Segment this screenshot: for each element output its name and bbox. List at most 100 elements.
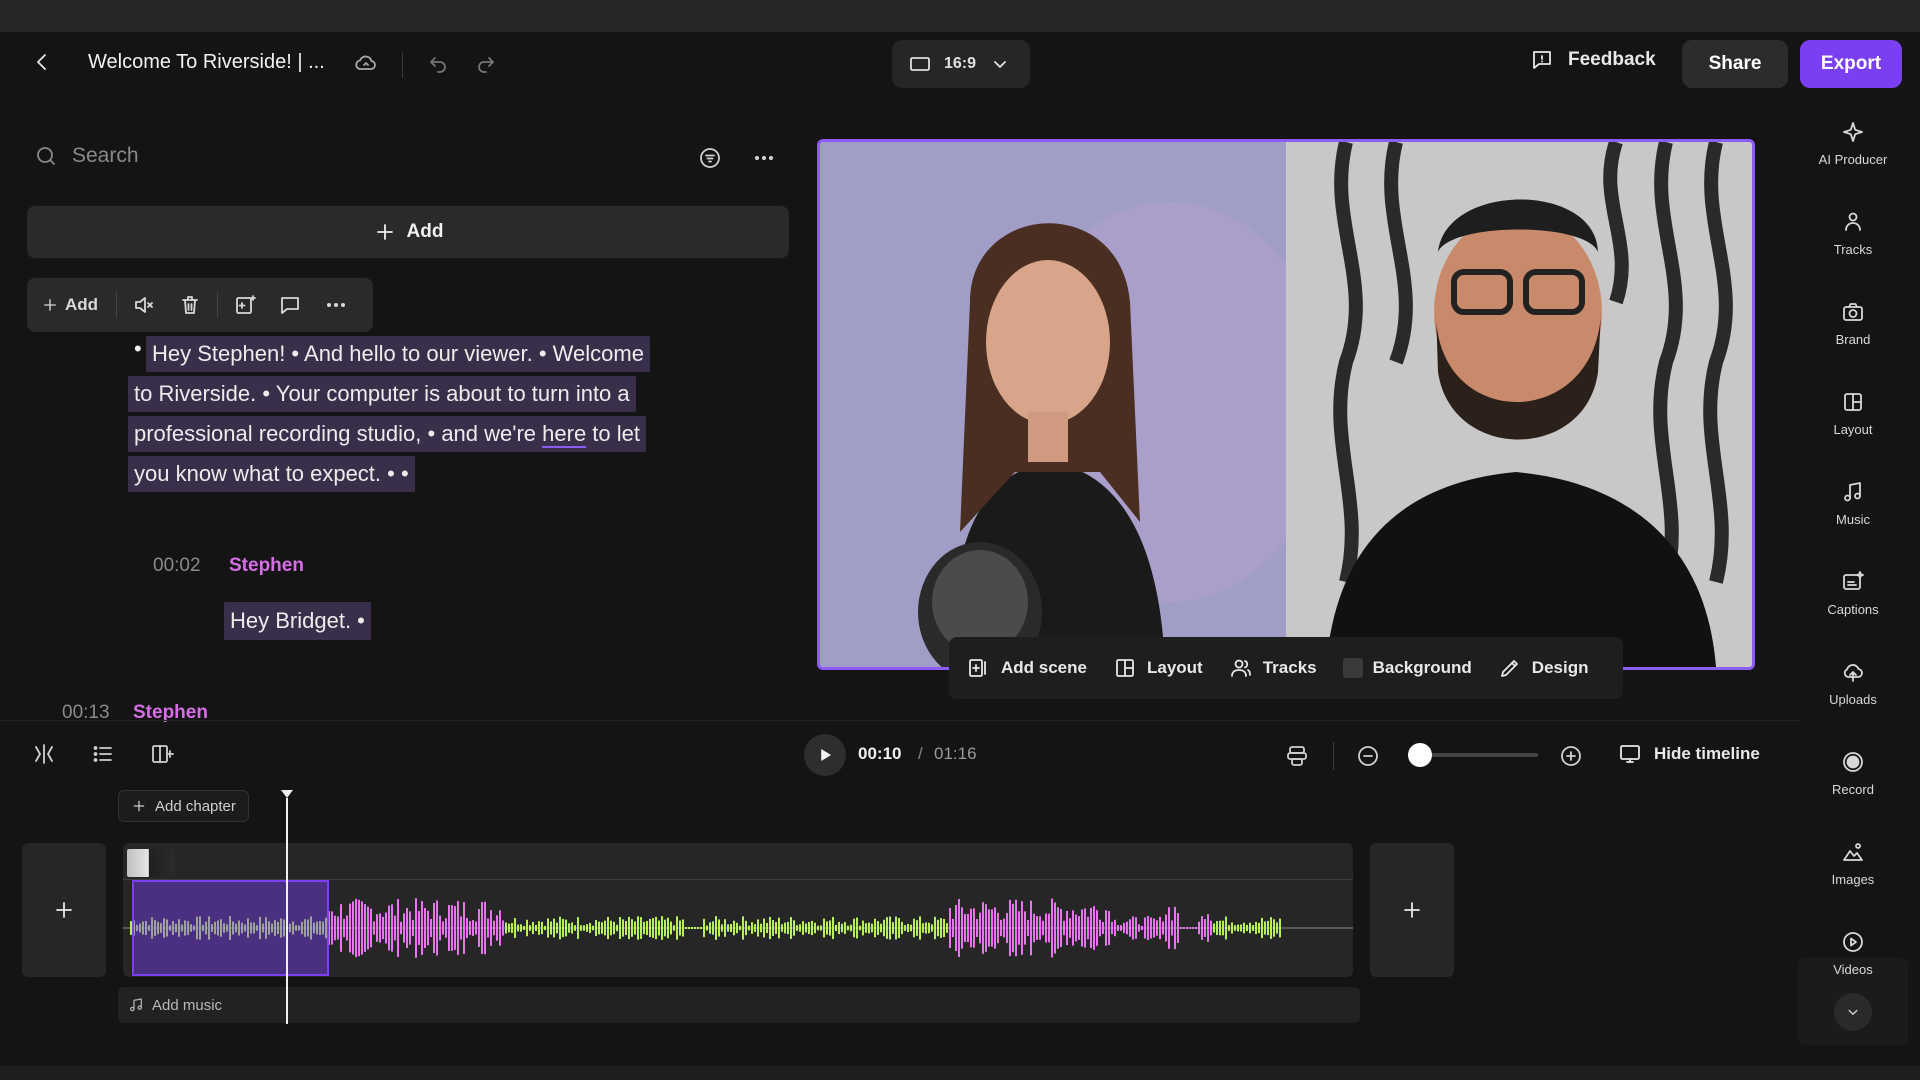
people-icon <box>1845 212 1861 231</box>
plus-icon <box>133 800 145 812</box>
add-scene-here-button[interactable] <box>222 285 268 325</box>
more-horizontal-icon <box>327 302 346 307</box>
rail-brand[interactable]: Brand <box>1798 300 1908 347</box>
segment-timestamp[interactable]: 00:02 <box>153 555 201 577</box>
scene-add-icon <box>152 745 174 763</box>
camera-feed-bridget <box>820 142 1286 667</box>
cloud-sync-icon <box>355 55 376 70</box>
search-bar <box>34 144 572 168</box>
zoom-out-button[interactable] <box>1356 744 1380 768</box>
cloud-sync-button[interactable] <box>354 51 378 75</box>
feedback-button[interactable]: Feedback <box>1530 48 1656 72</box>
back-button[interactable] <box>30 50 54 74</box>
selected-segment[interactable] <box>132 880 329 976</box>
rail-label: Brand <box>1835 332 1871 347</box>
play-button[interactable] <box>804 734 846 776</box>
zoom-in-button[interactable] <box>1559 744 1583 768</box>
undo-button[interactable] <box>426 51 450 75</box>
transcript-word-here[interactable]: here <box>542 421 586 446</box>
comment-button[interactable] <box>267 285 313 325</box>
chapters-list-button[interactable] <box>91 742 115 766</box>
plus-icon <box>44 299 56 311</box>
aspect-ratio-select[interactable]: 16:9 <box>892 40 1030 88</box>
playhead[interactable] <box>286 798 288 1024</box>
layout-button[interactable]: Layout <box>1113 656 1203 680</box>
transcript-line[interactable]: Hey Bridget. • <box>224 602 371 640</box>
playhead-handle[interactable] <box>281 790 293 798</box>
add-chapter-button[interactable]: Add chapter <box>118 790 249 822</box>
split-button[interactable] <box>32 742 56 766</box>
add-chapter-label: Add chapter <box>155 797 236 815</box>
window-top-strip <box>0 0 1920 32</box>
person-illustration-woman <box>820 142 1286 667</box>
add-scene-label: Add scene <box>1001 658 1087 677</box>
trash-icon <box>181 296 198 314</box>
rail-label: Record <box>1832 782 1874 797</box>
video-play-icon <box>1843 932 1863 952</box>
rail-label: AI Producer <box>1818 152 1888 167</box>
zoom-slider[interactable] <box>1414 753 1538 757</box>
rail-uploads[interactable]: Uploads <box>1798 660 1908 707</box>
export-button[interactable]: Export <box>1800 40 1902 88</box>
redo-button[interactable] <box>474 51 498 75</box>
add-clip-before-button[interactable] <box>22 843 106 977</box>
transcript-line[interactable]: you know what to expect. • • <box>128 456 415 492</box>
transcript-line[interactable]: professional recording studio, • and we'… <box>128 416 646 452</box>
rail-label: Uploads <box>1829 692 1877 707</box>
project-title[interactable]: Welcome To Riverside! | ... <box>88 51 325 74</box>
captions-style-button[interactable] <box>1285 744 1309 768</box>
scene-add-icon <box>235 295 256 314</box>
monitor-icon <box>1620 745 1640 763</box>
design-label: Design <box>1531 658 1589 677</box>
delete-button[interactable] <box>167 285 213 325</box>
rail-videos[interactable]: Videos <box>1798 930 1908 977</box>
toolbar-add-label: Add <box>65 295 99 314</box>
background-button[interactable]: Background <box>1342 658 1472 678</box>
hide-timeline-label: Hide timeline <box>1654 744 1760 763</box>
feedback-icon <box>1533 51 1551 69</box>
segment-bullet: • <box>134 336 142 361</box>
rail-ai-producer[interactable]: AI Producer <box>1798 120 1908 167</box>
aspect-ratio-icon <box>910 57 930 71</box>
pen-icon <box>1500 660 1518 677</box>
toolbar-add-button[interactable]: Add <box>41 285 112 325</box>
toolbar-more-button[interactable] <box>313 285 359 325</box>
rail-layout[interactable]: Layout <box>1798 390 1908 437</box>
add-clip-after-button[interactable] <box>1370 843 1454 977</box>
rail-tracks[interactable]: Tracks <box>1798 210 1908 257</box>
filter-button[interactable] <box>698 146 722 170</box>
toolbar-divider <box>116 292 118 318</box>
transcript-line[interactable]: to Riverside. • Your computer is about t… <box>128 376 636 412</box>
tracks-button[interactable]: Tracks <box>1229 656 1317 680</box>
add-scene-timeline-button[interactable] <box>150 742 174 766</box>
hide-timeline-button[interactable]: Hide timeline <box>1618 742 1760 766</box>
comment-icon <box>281 297 300 314</box>
design-button[interactable]: Design <box>1498 656 1589 680</box>
record-icon <box>1843 752 1863 772</box>
video-preview[interactable] <box>817 139 1755 670</box>
add-scene-button[interactable]: Add scene <box>967 656 1087 680</box>
add-segment-button[interactable]: Add <box>27 206 789 258</box>
plus-icon <box>56 902 72 918</box>
transcript-text: professional recording studio, • and we'… <box>134 421 537 446</box>
transcript-line[interactable]: Hey Stephen! • And hello to our viewer. … <box>146 336 650 372</box>
rail-music[interactable]: Music <box>1798 480 1908 527</box>
scene-add-icon <box>969 659 986 677</box>
search-input[interactable] <box>72 144 572 168</box>
music-track[interactable]: Add music <box>118 987 1360 1023</box>
background-swatch-icon <box>1342 658 1363 678</box>
rail-record[interactable]: Record <box>1798 750 1908 797</box>
rail-captions[interactable]: Captions <box>1798 570 1908 617</box>
total-time: 01:16 <box>934 744 977 763</box>
more-options-button[interactable] <box>752 146 776 170</box>
speaker-name[interactable]: Stephen <box>229 555 304 577</box>
rail-images[interactable]: Images <box>1798 840 1908 887</box>
share-button[interactable]: Share <box>1682 40 1788 88</box>
rail-scroll-down-button[interactable] <box>1834 993 1872 1031</box>
zoom-slider-handle[interactable] <box>1408 743 1433 767</box>
zoom-in-icon <box>1561 746 1581 766</box>
text-lines-icon <box>1287 746 1307 766</box>
video-track[interactable] <box>123 843 1353 977</box>
divider <box>0 720 1800 721</box>
mute-button[interactable] <box>121 285 167 325</box>
